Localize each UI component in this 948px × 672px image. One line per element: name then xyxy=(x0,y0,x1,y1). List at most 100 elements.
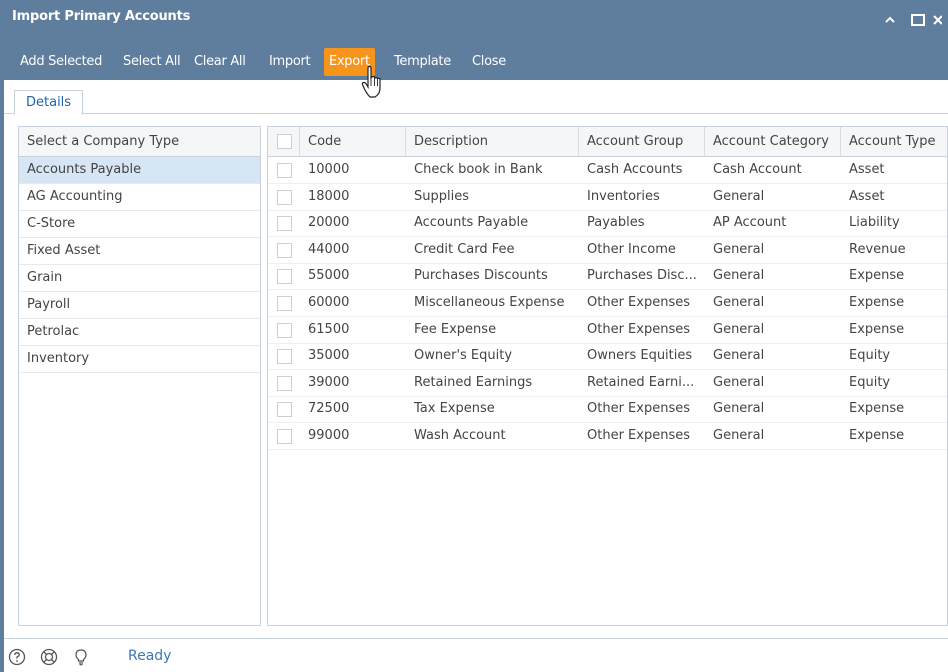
column-header-description[interactable]: Description xyxy=(406,127,579,157)
cell-account-group: Other Expenses xyxy=(587,295,690,310)
cell-code: 18000 xyxy=(308,188,350,204)
cell-account-type: Equity xyxy=(849,348,891,364)
support-icon[interactable] xyxy=(40,648,58,666)
cell-account-category: AP Account xyxy=(713,215,787,231)
chevron-up-icon[interactable] xyxy=(876,8,904,32)
table-row[interactable]: 55000 Purchases Discounts Purchases Disc..… xyxy=(268,263,947,291)
cell-code: 61500 xyxy=(308,321,350,337)
export-button[interactable]: Export xyxy=(324,48,375,76)
company-type-item[interactable]: Payroll xyxy=(19,292,260,319)
window-controls xyxy=(876,8,948,32)
cell-code: 10000 xyxy=(308,162,350,177)
cell-account-category: General xyxy=(713,188,765,204)
column-header-account-type[interactable]: Account Type xyxy=(841,127,947,157)
close-button[interactable]: Close xyxy=(467,48,511,76)
cell-code: 60000 xyxy=(308,295,350,310)
select-all-checkbox-cell xyxy=(268,127,300,157)
company-type-item[interactable]: Petrolac xyxy=(19,319,260,346)
table-row[interactable]: 10000 Check book in Bank Cash Accounts Cash… xyxy=(268,157,947,184)
cell-description: Credit Card Fee xyxy=(414,241,515,257)
row-checkbox[interactable] xyxy=(277,296,292,311)
row-checkbox[interactable] xyxy=(277,402,292,418)
cell-account-category: General xyxy=(713,295,765,310)
cell-account-group: Other Expenses xyxy=(587,401,690,417)
cell-description: Check book in Bank xyxy=(414,162,543,177)
select-all-checkbox[interactable] xyxy=(277,134,292,149)
row-checkbox[interactable] xyxy=(277,189,292,205)
table-row[interactable]: 35000 Owner's Equity Owners Equities Genera… xyxy=(268,343,947,371)
table-row[interactable]: 44000 Credit Card Fee Other Income General R… xyxy=(268,237,947,264)
row-checkbox[interactable] xyxy=(277,375,292,391)
help-icon[interactable] xyxy=(8,648,26,666)
import-button[interactable]: Import xyxy=(264,48,315,76)
maximize-icon[interactable] xyxy=(904,8,932,32)
company-type-item[interactable]: Fixed Asset xyxy=(19,238,260,265)
template-button[interactable]: Template xyxy=(389,48,456,76)
status-bar: Ready xyxy=(4,638,948,672)
cell-account-type: Expense xyxy=(849,321,905,337)
column-header-account-category[interactable]: Account Category xyxy=(705,127,841,157)
cell-account-category: Cash Account xyxy=(713,162,802,177)
row-checkbox[interactable] xyxy=(277,216,292,232)
company-type-item[interactable]: Accounts Payable xyxy=(19,157,260,184)
cell-description: Fee Expense xyxy=(414,321,497,337)
window-title: Import Primary Accounts xyxy=(12,9,191,24)
add-selected-button[interactable]: Add Selected xyxy=(15,48,107,76)
row-checkbox[interactable] xyxy=(277,242,292,258)
company-type-item[interactable]: C-Store xyxy=(19,211,260,238)
table-row[interactable]: 99000 Wash Account Other Expenses General Ex… xyxy=(268,423,947,450)
row-checkbox[interactable] xyxy=(277,429,292,444)
cell-description: Miscellaneous Expense xyxy=(414,295,565,310)
cell-code: 99000 xyxy=(308,428,350,443)
column-header-account-group[interactable]: Account Group xyxy=(579,127,705,157)
select-all-button[interactable]: Select All xyxy=(118,48,185,76)
company-type-list: Select a Company Type Accounts Payable A… xyxy=(18,126,261,626)
table-row[interactable]: 39000 Retained Earnings Retained Earni... G… xyxy=(268,370,947,397)
cell-code: 35000 xyxy=(308,348,350,364)
cell-account-category: General xyxy=(713,428,765,443)
cell-account-group: Inventories xyxy=(587,188,660,204)
cell-account-group: Other Income xyxy=(587,241,676,257)
cell-account-category: General xyxy=(713,268,765,284)
cell-description: Owner's Equity xyxy=(414,348,513,364)
table-row[interactable]: 20000 Accounts Payable Payables AP Account L… xyxy=(268,210,947,238)
tab-details[interactable]: Details xyxy=(14,90,84,115)
toolbar: Add Selected Select All Clear All Import… xyxy=(4,40,948,80)
table-row[interactable]: 18000 Supplies Inventories General Asset xyxy=(268,184,947,211)
cell-description: Purchases Discounts xyxy=(414,268,548,284)
cell-code: 55000 xyxy=(308,268,350,284)
cell-description: Wash Account xyxy=(414,428,506,443)
accounts-grid: Code Description Account Group Account C… xyxy=(267,126,948,626)
row-checkbox[interactable] xyxy=(277,269,292,285)
cell-description: Tax Expense xyxy=(414,401,495,417)
cell-account-type: Revenue xyxy=(849,241,906,257)
cell-account-type: Liability xyxy=(849,215,900,231)
company-type-item[interactable]: Inventory xyxy=(19,346,260,373)
cell-account-group: Retained Earni... xyxy=(587,374,695,390)
cell-account-type: Expense xyxy=(849,268,905,284)
cell-account-type: Asset xyxy=(849,162,885,177)
status-text: Ready xyxy=(128,648,172,664)
lightbulb-icon[interactable] xyxy=(72,648,90,666)
company-type-item[interactable]: AG Accounting xyxy=(19,184,260,211)
cell-account-group: Owners Equities xyxy=(587,348,693,364)
cell-code: 72500 xyxy=(308,401,350,417)
close-icon[interactable] xyxy=(932,8,948,32)
cell-account-group: Purchases Disc... xyxy=(587,268,697,284)
cell-code: 39000 xyxy=(308,374,350,390)
column-header-code[interactable]: Code xyxy=(300,127,406,157)
row-checkbox[interactable] xyxy=(277,322,292,338)
table-row[interactable]: 72500 Tax Expense Other Expenses General Exp… xyxy=(268,396,947,424)
company-type-header: Select a Company Type xyxy=(19,127,260,157)
clear-all-button[interactable]: Clear All xyxy=(189,48,251,76)
cell-code: 44000 xyxy=(308,241,350,257)
import-primary-accounts-window: Import Primary Accounts Add Selected Sel… xyxy=(0,0,948,672)
table-row[interactable]: 61500 Fee Expense Other Expenses General Exp… xyxy=(268,317,947,344)
cell-code: 20000 xyxy=(308,215,350,231)
row-checkbox[interactable] xyxy=(277,349,292,365)
company-type-item[interactable]: Grain xyxy=(19,265,260,292)
cell-account-group: Cash Accounts xyxy=(587,162,683,177)
table-row[interactable]: 60000 Miscellaneous Expense Other Expenses… xyxy=(268,290,947,317)
grid-header: Code Description Account Group Account C… xyxy=(268,127,947,157)
row-checkbox[interactable] xyxy=(277,163,292,178)
